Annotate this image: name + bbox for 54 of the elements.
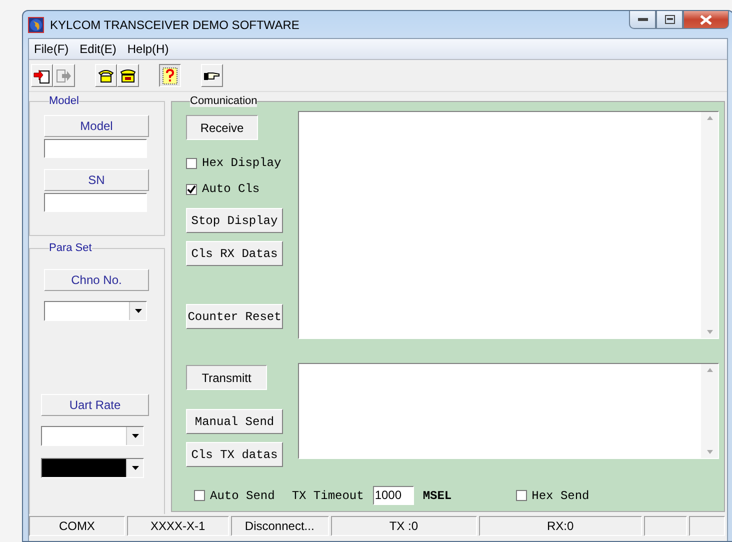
model-field[interactable]: [44, 139, 147, 158]
checkbox[interactable]: [186, 184, 197, 194]
channel-button[interactable]: Chno No.: [44, 269, 149, 291]
sn-field[interactable]: [44, 193, 147, 212]
checkbox-label: Hex Send: [532, 488, 590, 502]
model-button[interactable]: Model: [44, 115, 149, 137]
minimize-icon: [638, 18, 648, 22]
telephone-icon[interactable]: [95, 64, 117, 87]
pointing-hand-icon[interactable]: [201, 64, 223, 87]
checkbox-label: Auto Cls: [202, 182, 260, 196]
group-title: Model: [49, 95, 79, 107]
transmit-button[interactable]: Transmitt: [186, 365, 267, 390]
manual-send-button[interactable]: Manual Send: [186, 409, 283, 434]
status-pane: TX :0: [330, 516, 477, 536]
dropdown-arrow-icon: [134, 309, 142, 313]
close-button[interactable]: [683, 11, 729, 29]
menu-item[interactable]: File(F): [29, 42, 75, 56]
status-pane: Disconnect...: [230, 516, 329, 536]
group-title: Para Set: [49, 242, 92, 254]
stop-display-button[interactable]: Stop Display: [186, 208, 283, 233]
checkbox[interactable]: [516, 490, 527, 501]
maximize-icon: [664, 15, 674, 24]
minimize-button[interactable]: [629, 11, 656, 29]
close-icon: [700, 14, 712, 24]
uart-rate-button[interactable]: Uart Rate: [41, 394, 149, 416]
status-pane: XXXX-X-1: [126, 516, 229, 536]
status-pane: RX:0: [478, 516, 642, 536]
sn-button[interactable]: SN: [44, 169, 149, 191]
checkbox[interactable]: [194, 490, 205, 501]
status-pane: COMX: [29, 516, 125, 536]
timeout-field[interactable]: 1000: [372, 486, 414, 505]
status-pane: [689, 516, 725, 536]
dropdown-arrow-icon: [132, 434, 138, 438]
timeout-label: TX Timeout: [292, 488, 364, 502]
clear-tx-button[interactable]: Cls TX datas: [186, 442, 283, 467]
checkbox[interactable]: [186, 158, 197, 168]
checkbox-label: Hex Display: [202, 156, 282, 170]
telephone-icon[interactable]: [117, 64, 139, 87]
status-pane: [644, 516, 688, 536]
help-icon[interactable]: [159, 64, 181, 87]
clear-rx-button[interactable]: Cls RX Datas: [186, 241, 283, 266]
import-icon[interactable]: [31, 64, 53, 87]
maximize-button[interactable]: [656, 11, 683, 29]
dropdown-arrow-icon: [132, 466, 138, 470]
group-title: Comunication: [190, 95, 258, 107]
dropdown[interactable]: [41, 458, 144, 478]
globe-icon: [28, 16, 44, 32]
checkbox-label: Auto Send: [210, 488, 275, 502]
menu-item[interactable]: Edit(E): [74, 42, 122, 56]
receive-button[interactable]: Receive: [186, 115, 258, 140]
unit-label: MSEL: [422, 488, 452, 502]
counter-reset-button[interactable]: Counter Reset: [186, 304, 283, 329]
window-title: KYLCOM TRANSCEIVER DEMO SOFTWARE: [50, 18, 300, 32]
menu-item[interactable]: Help(H): [122, 42, 175, 56]
